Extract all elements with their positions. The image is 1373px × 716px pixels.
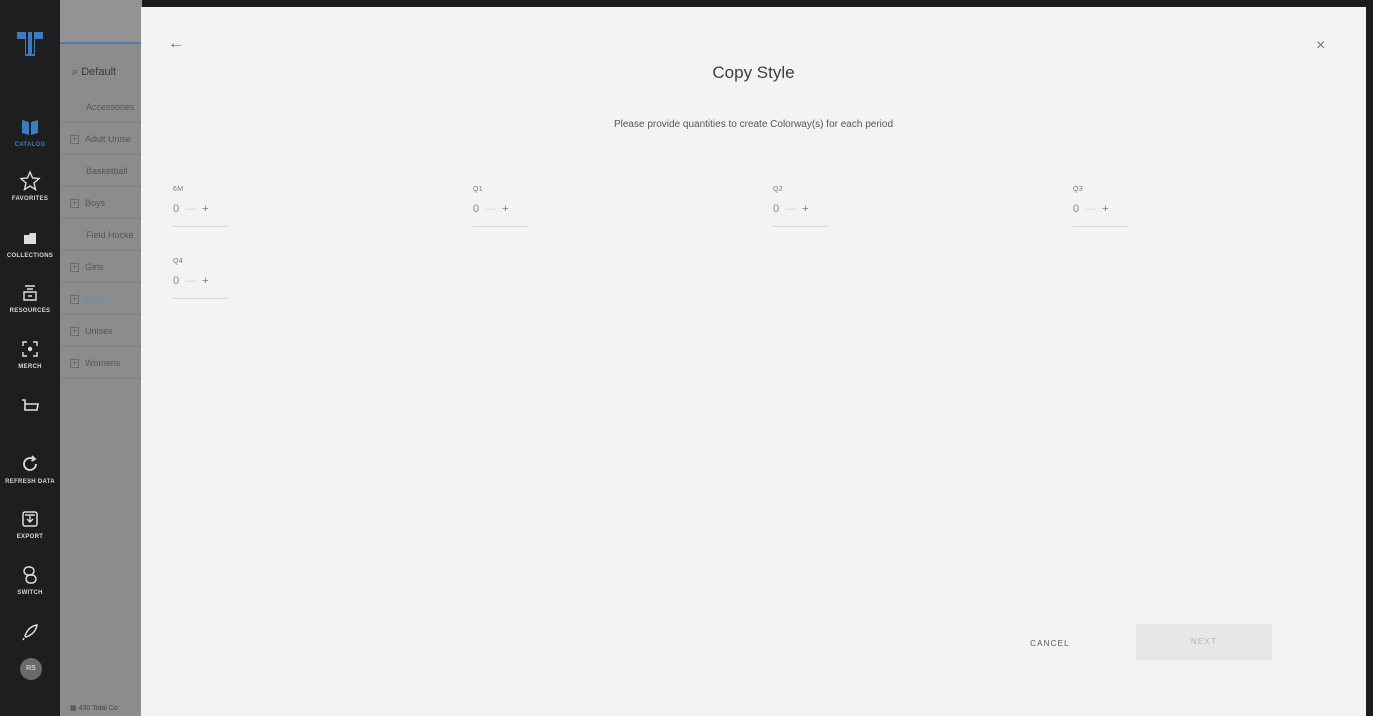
rail-refresh[interactable]: REFRESH DATA — [0, 453, 60, 485]
app-rail: CATALOG FAVORITES COLLECTIONS RESOURCES … — [0, 0, 60, 716]
period-q1: Q1 0 — + — [473, 186, 533, 227]
quantity-value[interactable]: 0 — [1073, 203, 1079, 215]
expand-icon: + — [70, 263, 79, 273]
rail-merch[interactable]: MERCH — [0, 338, 60, 370]
catalog-item[interactable]: Field Hocke — [60, 220, 142, 251]
rail-export[interactable]: EXPORT — [0, 508, 60, 540]
cancel-button[interactable]: CANCEL — [1005, 627, 1095, 661]
cart-icon — [22, 399, 39, 411]
rail-collections[interactable]: COLLECTIONS — [0, 227, 60, 259]
catalog-item[interactable]: + Boys — [60, 188, 142, 219]
quantity-stepper[interactable]: 0 — + — [1073, 203, 1129, 227]
rail-resources[interactable]: RESOURCES — [0, 282, 60, 314]
user-avatar[interactable]: RS — [20, 658, 42, 680]
decrement-button[interactable]: — — [785, 203, 796, 215]
quantity-stepper[interactable]: 0 — + — [173, 275, 229, 299]
star-icon — [19, 170, 41, 192]
increment-button[interactable]: + — [502, 203, 508, 215]
increment-button[interactable]: + — [802, 203, 808, 215]
rail-favorites[interactable]: FAVORITES — [0, 170, 60, 202]
period-label: Q2 — [773, 186, 783, 193]
expand-icon: + — [70, 359, 79, 369]
increment-button[interactable]: + — [1102, 203, 1108, 215]
expand-icon: + — [70, 295, 79, 305]
rail-rocket[interactable] — [0, 621, 60, 643]
quantity-stepper[interactable]: 0 — + — [473, 203, 529, 227]
switch-icon — [23, 566, 37, 584]
next-button[interactable]: NEXT — [1136, 624, 1272, 660]
catalog-item[interactable]: + Unisex — [60, 316, 142, 347]
search-icon: ⌕ — [72, 66, 79, 78]
increment-button[interactable]: + — [202, 203, 208, 215]
catalog-item[interactable]: Accessories — [60, 92, 142, 123]
rail-cart[interactable] — [0, 394, 60, 416]
copy-style-dialog: ← × Copy Style Please provide quantities… — [141, 7, 1366, 716]
period-6m: 6M 0 — + — [173, 186, 233, 227]
quantity-stepper[interactable]: 0 — + — [773, 203, 829, 227]
grid-icon: ▦ — [70, 705, 77, 712]
catalog-panel: ⌕ Default Accessories + Adult Unise Baske… — [60, 0, 142, 716]
period-label: Q4 — [173, 258, 183, 265]
rocket-icon — [22, 624, 38, 641]
dialog-title: Copy Style — [712, 63, 795, 82]
export-icon — [22, 511, 38, 527]
catalog-item[interactable]: + Mens — [60, 284, 142, 315]
rail-switch[interactable]: SWITCH — [0, 564, 60, 596]
period-q4: Q4 0 — + — [173, 258, 233, 299]
rail-label: REFRESH DATA — [5, 479, 55, 485]
decrement-button[interactable]: — — [1085, 203, 1096, 215]
folder-icon — [24, 233, 36, 244]
search-value: Default — [81, 66, 117, 78]
quantity-value[interactable]: 0 — [173, 203, 179, 215]
rail-label: CATALOG — [14, 142, 46, 148]
catalog-search[interactable]: ⌕ Default — [72, 66, 116, 79]
rail-label: EXPORT — [16, 534, 44, 540]
catalog-item[interactable]: + Adult Unise — [60, 124, 142, 155]
rail-catalog[interactable]: CATALOG — [0, 116, 60, 148]
period-label: Q1 — [473, 186, 483, 193]
rail-label: SWITCH — [17, 590, 43, 596]
quantity-value[interactable]: 0 — [173, 275, 179, 287]
resources-icon — [23, 285, 37, 301]
book-icon — [22, 120, 38, 135]
period-q3: Q3 0 — + — [1073, 186, 1133, 227]
refresh-icon — [23, 455, 37, 471]
quantity-value[interactable]: 0 — [473, 203, 479, 215]
period-label: Q3 — [1073, 186, 1083, 193]
close-icon[interactable]: × — [1316, 37, 1325, 55]
rail-label: COLLECTIONS — [6, 253, 54, 259]
rail-label: MERCH — [18, 364, 42, 370]
increment-button[interactable]: + — [202, 275, 208, 287]
catalog-item[interactable]: + Womens — [60, 348, 142, 379]
expand-icon: + — [70, 135, 79, 145]
period-label: 6M — [173, 186, 184, 193]
quantity-value[interactable]: 0 — [773, 203, 779, 215]
catalog-item[interactable]: + Girls — [60, 252, 142, 283]
rail-label: FAVORITES — [11, 196, 49, 202]
quantity-stepper[interactable]: 0 — + — [173, 203, 229, 227]
period-q2: Q2 0 — + — [773, 186, 833, 227]
rail-label: RESOURCES — [9, 308, 51, 314]
decrement-button[interactable]: — — [485, 203, 496, 215]
back-arrow-icon[interactable]: ← — [168, 35, 184, 53]
expand-icon: + — [70, 199, 79, 209]
merch-icon — [22, 341, 38, 357]
catalog-topbar — [60, 0, 142, 44]
app-logo[interactable] — [15, 28, 45, 58]
catalog-item[interactable]: Basketball — [60, 156, 142, 187]
dialog-subtitle: Please provide quantities to create Colo… — [613, 119, 894, 130]
expand-icon: + — [70, 327, 79, 337]
decrement-button[interactable]: — — [185, 275, 196, 287]
decrement-button[interactable]: — — [185, 203, 196, 215]
catalog-footer: ▦ 430 Total Co — [70, 705, 118, 712]
